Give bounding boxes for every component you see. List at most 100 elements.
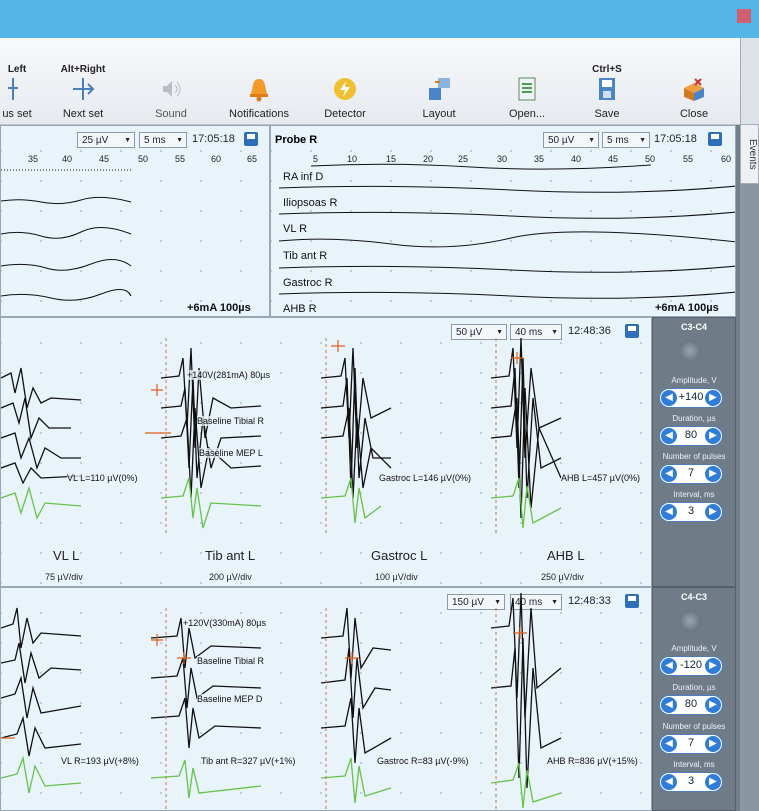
- pulses-label: Number of pulses: [662, 452, 726, 461]
- probe-right-panel: Probe R 50 µV 5 ms 17:05:18 5 10 15 20 2…: [270, 125, 736, 317]
- response-annotation: Tib ant R=327 µV(+1%): [201, 756, 296, 766]
- interval-spinner[interactable]: ◀ 3 ▶: [659, 502, 723, 522]
- channel-label: Tib ant L: [205, 548, 256, 563]
- decrease-icon[interactable]: ◀: [661, 774, 677, 790]
- close-button[interactable]: Close: [659, 38, 729, 124]
- montage-title: C3-C4: [680, 322, 707, 332]
- next-set-button[interactable]: Alt+Right Next set: [48, 38, 118, 124]
- pulses-value: 7: [687, 737, 695, 749]
- window-close-icon[interactable]: [737, 9, 751, 23]
- interval-label: Interval, ms: [673, 760, 715, 769]
- response-annotation: Gastroc R=83 µV(-9%): [377, 756, 469, 766]
- status-indicator: [679, 610, 701, 632]
- stimulus-footer: +6mA 100µs: [655, 302, 719, 314]
- stimulator-panel: C3-C4 Amplitude, V ◀ +140 ▶ Duration, µs…: [652, 317, 736, 587]
- increase-icon[interactable]: ▶: [705, 466, 721, 482]
- arrow-left-icon: [6, 76, 20, 102]
- probe-right-traces: [278, 163, 735, 299]
- sound-button[interactable]: Sound: [136, 38, 206, 124]
- layout-button[interactable]: Layout: [404, 38, 474, 124]
- amplitude-spinner[interactable]: ◀ -120 ▶: [659, 656, 723, 676]
- increase-icon[interactable]: ▶: [705, 658, 721, 674]
- decrease-icon[interactable]: ◀: [661, 697, 677, 713]
- interval-label: Interval, ms: [673, 490, 715, 499]
- arrow-right-icon: [70, 76, 96, 102]
- baseline-annotation: Baseline MEP D: [197, 694, 263, 704]
- duration-spinner[interactable]: ◀ 80 ▶: [659, 695, 723, 715]
- baseline-annotation: Baseline Tibial R: [197, 416, 265, 426]
- open-document-icon: [514, 76, 540, 102]
- probe-left-panel: 25 µV 5 ms 17:05:18 35 40 45 50 55 60 65…: [0, 125, 270, 317]
- channel-label: AHB L: [547, 548, 585, 563]
- speaker-icon: [158, 76, 184, 102]
- channel-label: VL L: [53, 548, 80, 563]
- increase-icon[interactable]: ▶: [705, 774, 721, 790]
- decrease-icon[interactable]: ◀: [661, 504, 677, 520]
- scale-label: 100 µV/div: [375, 572, 418, 582]
- window-title-bar: [0, 0, 759, 38]
- increase-icon[interactable]: ▶: [705, 736, 721, 752]
- open-button[interactable]: Open...: [492, 38, 562, 124]
- mep-bottom-panel: 150 µV 40 ms 12:48:33: [0, 587, 652, 811]
- decrease-icon[interactable]: ◀: [661, 390, 677, 406]
- increase-icon[interactable]: ▶: [705, 504, 721, 520]
- duration-label: Duration, µs: [672, 414, 716, 423]
- response-annotation: AHB L=457 µV(0%): [561, 473, 640, 483]
- response-annotation: VL R=193 µV(+8%): [61, 756, 139, 766]
- pulses-spinner[interactable]: ◀ 7 ▶: [659, 464, 723, 484]
- decrease-icon[interactable]: ◀: [661, 466, 677, 482]
- bell-icon: [246, 76, 272, 102]
- baseline-annotation: Baseline MEP L: [199, 448, 263, 458]
- stimulus-annotation: +140V(281mA) 80µs: [187, 370, 270, 380]
- duration-value: 80: [684, 429, 698, 441]
- response-annotation: VL L=110 µV(0%): [67, 473, 138, 483]
- decrease-icon[interactable]: ◀: [661, 658, 677, 674]
- amplitude-label: Amplitude, V: [671, 644, 717, 653]
- status-indicator: [679, 340, 701, 362]
- duration-label: Duration, µs: [672, 683, 716, 692]
- pulses-label: Number of pulses: [662, 722, 726, 731]
- notifications-button[interactable]: Notifications: [224, 38, 294, 124]
- stimulator-panel: C4-C3 Amplitude, V ◀ -120 ▶ Duration, µs…: [652, 587, 736, 811]
- pulses-spinner[interactable]: ◀ 7 ▶: [659, 734, 723, 754]
- mep-top-panel: 50 µV 40 ms 12:48:36: [0, 317, 652, 587]
- previous-set-button[interactable]: Left us set: [0, 38, 52, 124]
- toolbar: Left us set Alt+Right Next set Sound Not…: [0, 38, 740, 125]
- duration-spinner[interactable]: ◀ 80 ▶: [659, 426, 723, 446]
- response-annotation: AHB R=836 µV(+15%): [547, 756, 638, 766]
- scale-label: 75 µV/div: [45, 572, 83, 582]
- events-tab[interactable]: Events: [740, 124, 759, 184]
- save-button[interactable]: Ctrl+S Save: [572, 38, 642, 124]
- pulses-value: 7: [687, 467, 695, 479]
- scale-label: 250 µV/div: [541, 572, 584, 582]
- interval-value: 3: [687, 775, 695, 787]
- interval-value: 3: [687, 505, 695, 517]
- duration-value: 80: [684, 698, 698, 710]
- close-box-icon: [681, 76, 707, 102]
- increase-icon[interactable]: ▶: [705, 697, 721, 713]
- mep-top-traces: [1, 337, 562, 533]
- decrease-icon[interactable]: ◀: [661, 736, 677, 752]
- increase-icon[interactable]: ▶: [705, 390, 721, 406]
- layout-icon: [426, 76, 452, 102]
- decrease-icon[interactable]: ◀: [661, 428, 677, 444]
- montage-title: C4-C3: [680, 592, 707, 602]
- baseline-annotation: Baseline Tibial R: [197, 656, 265, 666]
- amplitude-value: +140: [678, 391, 704, 403]
- mep-bottom-traces: [1, 592, 562, 810]
- detector-button[interactable]: Detector: [310, 38, 380, 124]
- amplitude-label: Amplitude, V: [671, 376, 717, 385]
- stimulus-footer: +6mA 100µs: [187, 302, 251, 314]
- interval-spinner[interactable]: ◀ 3 ▶: [659, 772, 723, 792]
- amplitude-spinner[interactable]: ◀ +140 ▶: [659, 388, 723, 408]
- channel-label: Gastroc L: [371, 548, 428, 563]
- probe-left-traces: [1, 169, 132, 301]
- right-edge-bar: [740, 184, 759, 811]
- amplitude-value: -120: [679, 659, 703, 671]
- stimulus-annotation: +120V(330mA) 80µs: [183, 618, 266, 628]
- response-annotation: Gastroc L=146 µV(0%): [379, 473, 471, 483]
- toolbar-scrollbar[interactable]: [740, 38, 759, 124]
- scale-label: 200 µV/div: [209, 572, 252, 582]
- increase-icon[interactable]: ▶: [705, 428, 721, 444]
- save-icon: [594, 76, 620, 102]
